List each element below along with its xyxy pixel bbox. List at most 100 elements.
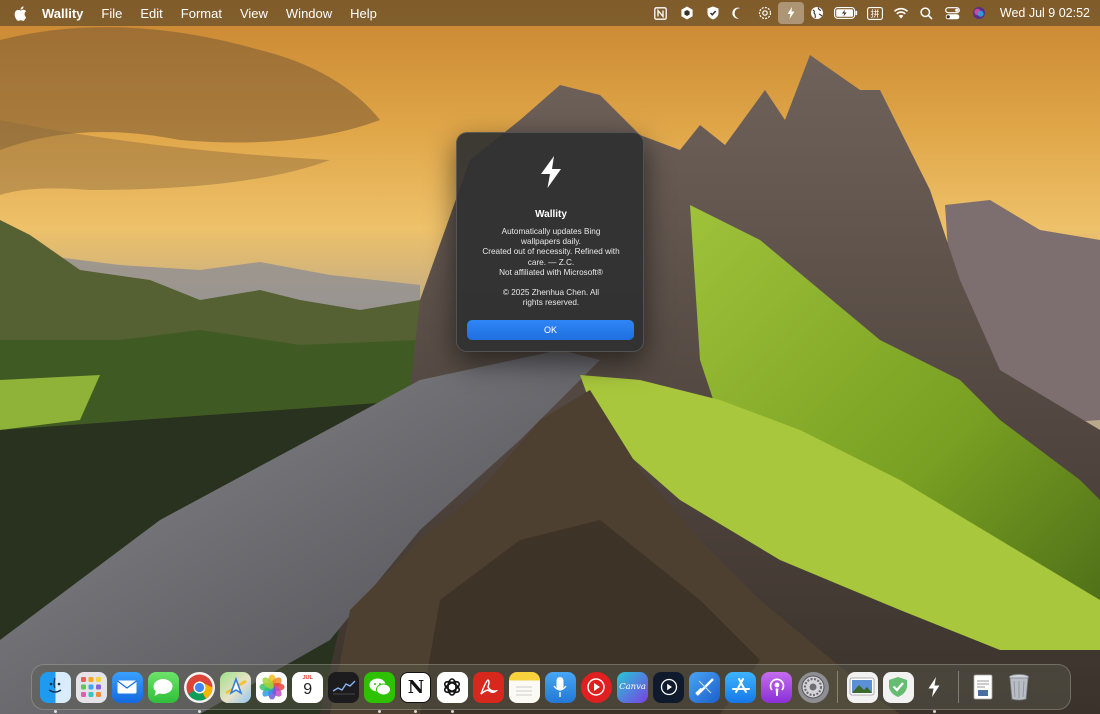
dock-canva[interactable]: Canva bbox=[617, 671, 649, 703]
dock-wallity[interactable] bbox=[919, 672, 950, 713]
ok-button[interactable]: OK bbox=[467, 320, 634, 340]
menu-file[interactable]: File bbox=[92, 0, 131, 26]
dock-photos[interactable] bbox=[256, 671, 288, 703]
menubar-clock[interactable]: Wed Jul 9 02:52 bbox=[992, 6, 1090, 20]
trash-icon bbox=[1004, 672, 1035, 703]
running-indicator bbox=[53, 709, 57, 713]
alert-message-line: Not affiliated with Microsoft® bbox=[499, 267, 603, 277]
dock-finder[interactable] bbox=[39, 671, 71, 713]
dock-preview[interactable] bbox=[846, 671, 878, 703]
dock-acrobat[interactable] bbox=[472, 671, 504, 703]
dock-podcasts[interactable] bbox=[761, 671, 793, 703]
shield-check-icon[interactable] bbox=[700, 2, 726, 24]
stocks-icon bbox=[328, 671, 360, 703]
bolt-icon bbox=[919, 672, 950, 703]
about-alert-dialog: Wallity Automatically updates Bing wallp… bbox=[456, 132, 644, 352]
running-indicator bbox=[932, 709, 936, 713]
menu-help[interactable]: Help bbox=[341, 0, 386, 26]
dock-wechat[interactable] bbox=[364, 671, 396, 713]
adguard-shield-icon bbox=[882, 671, 914, 703]
dock-youtube[interactable] bbox=[580, 671, 612, 703]
menu-app-name[interactable]: Wallity bbox=[42, 0, 92, 26]
menu-view[interactable]: View bbox=[231, 0, 277, 26]
dock-system-settings[interactable] bbox=[797, 671, 829, 703]
input-method-icon[interactable]: 拼 bbox=[862, 2, 888, 24]
settings-gear-icon[interactable] bbox=[752, 2, 778, 24]
dock-chatgpt[interactable] bbox=[436, 671, 468, 713]
acrobat-icon bbox=[472, 671, 504, 703]
dock-chrome[interactable] bbox=[183, 671, 215, 713]
dock-calendar[interactable]: JUL 9 bbox=[292, 671, 324, 703]
youtube-icon bbox=[580, 671, 612, 703]
alert-copyright-line: rights reserved. bbox=[522, 298, 580, 308]
dock-stocks[interactable] bbox=[328, 671, 360, 703]
wifi-icon[interactable] bbox=[888, 2, 914, 24]
menu-format[interactable]: Format bbox=[172, 0, 231, 26]
dock-prime-video[interactable] bbox=[653, 671, 685, 703]
search-icon[interactable] bbox=[914, 2, 940, 24]
dock-adguard[interactable] bbox=[882, 671, 914, 703]
globe-icon[interactable] bbox=[804, 2, 830, 24]
dock-separator bbox=[837, 671, 839, 703]
input-method-glyph: 拼 bbox=[870, 8, 879, 20]
calendar-day: 9 bbox=[303, 680, 313, 698]
perplexity-icon[interactable] bbox=[674, 2, 700, 24]
running-indicator bbox=[197, 709, 201, 713]
notion-app-icon: N bbox=[400, 671, 432, 703]
podcasts-icon bbox=[761, 671, 793, 703]
notion-icon[interactable] bbox=[648, 2, 674, 24]
alert-title: Wallity bbox=[535, 209, 567, 220]
app-store-icon bbox=[725, 671, 757, 703]
xcode-icon bbox=[689, 671, 721, 703]
canva-icon: Canva bbox=[617, 671, 649, 703]
battery-icon[interactable] bbox=[830, 2, 862, 24]
dock-launchpad[interactable] bbox=[75, 671, 107, 703]
maps-icon bbox=[220, 671, 252, 703]
dock-trash[interactable] bbox=[1004, 672, 1035, 703]
alert-message-line: care. — Z.C. bbox=[527, 257, 575, 267]
dock-xcode[interactable] bbox=[689, 671, 721, 703]
control-center-icon[interactable] bbox=[940, 2, 966, 24]
alert-message: Automatically updates Bing wallpapers da… bbox=[471, 227, 631, 278]
menu-edit[interactable]: Edit bbox=[131, 0, 171, 26]
gear-icon bbox=[797, 671, 829, 703]
messages-icon bbox=[147, 671, 179, 703]
dock-maps[interactable] bbox=[220, 671, 252, 703]
dock: JUL 9 N Canva bbox=[31, 664, 1071, 713]
running-indicator bbox=[450, 709, 454, 713]
calendar-icon: JUL 9 bbox=[292, 671, 324, 703]
photos-icon bbox=[256, 671, 288, 703]
dock-notion[interactable]: N bbox=[400, 671, 432, 713]
alert-message-line: Automatically updates Bing bbox=[501, 227, 601, 236]
dock-separator bbox=[958, 671, 960, 703]
microphone-icon bbox=[544, 671, 576, 703]
dock-voice-memos[interactable] bbox=[544, 671, 576, 703]
downloads-stack-icon bbox=[968, 672, 999, 703]
mountain-landscape bbox=[0, 0, 1100, 714]
alert-message-line: wallpapers daily. bbox=[521, 237, 581, 247]
desktop-wallpaper bbox=[0, 0, 1100, 714]
launchpad-icon bbox=[75, 671, 107, 703]
wallity-bolt-icon[interactable] bbox=[777, 2, 804, 24]
dock-app-store[interactable] bbox=[725, 671, 757, 703]
apple-logo-icon[interactable] bbox=[12, 5, 28, 21]
preview-icon bbox=[846, 671, 878, 703]
menu-bar: Wallity File Edit Format View Window Hel… bbox=[0, 0, 1100, 26]
alert-copyright: © 2025 Zhenhua Chen. All rights reserved… bbox=[471, 288, 631, 308]
finder-icon bbox=[39, 671, 71, 703]
mail-icon bbox=[111, 671, 143, 703]
prime-video-icon bbox=[653, 671, 685, 703]
dock-downloads[interactable] bbox=[968, 672, 999, 703]
alert-message-line: Created out of necessity. Refined with bbox=[482, 247, 620, 257]
moon-icon[interactable] bbox=[726, 2, 752, 24]
dock-mail[interactable] bbox=[111, 671, 143, 703]
chatgpt-icon bbox=[436, 671, 468, 703]
dock-notes[interactable] bbox=[508, 671, 540, 703]
siri-icon[interactable] bbox=[966, 2, 992, 24]
menu-window[interactable]: Window bbox=[277, 0, 341, 26]
wechat-icon bbox=[364, 671, 396, 703]
dock-messages[interactable] bbox=[147, 671, 179, 703]
notes-icon bbox=[508, 671, 540, 703]
bolt-icon bbox=[541, 156, 561, 188]
alert-copyright-line: © 2025 Zhenhua Chen. All bbox=[502, 288, 600, 297]
